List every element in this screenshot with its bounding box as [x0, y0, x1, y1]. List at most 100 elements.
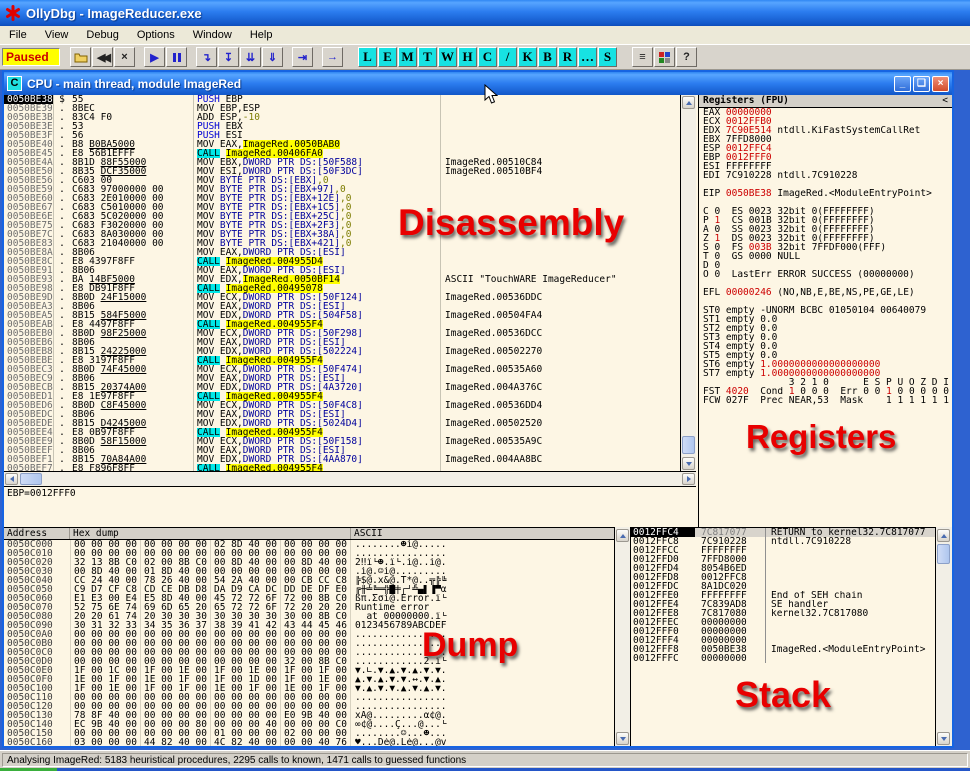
view-button-C[interactable]: C: [478, 47, 497, 67]
disasm-row[interactable]: 0050BEA5.8B15 584F5000MOV EDX,DWORD PTR …: [4, 311, 680, 320]
register-line[interactable]: O 0 LastErr ERROR_SUCCESS (00000000): [699, 270, 952, 279]
register-line[interactable]: EFL 00000246 (NO,NB,E,BE,NS,PE,GE,LE): [699, 288, 952, 297]
execute-till-return-icon[interactable]: ⇥: [292, 47, 313, 67]
view-button-E[interactable]: E: [378, 47, 397, 67]
register-line[interactable]: ST4 empty 0.0: [699, 342, 952, 351]
disasm-row[interactable]: 0050BE83.C683 21040000 00MOV BYTE PTR DS…: [4, 239, 680, 248]
animate-over-icon[interactable]: ⇓: [262, 47, 283, 67]
disasm-row[interactable]: 0050BE59.C683 97000000 00MOV BYTE PTR DS…: [4, 185, 680, 194]
disasm-row[interactable]: 0050BE98.E8 DB91F8FFCALL ImageRed.004950…: [4, 284, 680, 293]
register-line[interactable]: [699, 180, 952, 189]
register-line[interactable]: FCW 027F Prec NEAR,53 Mask 1 1 1 1 1 1: [699, 396, 952, 405]
register-line[interactable]: ST7 empty 1.0000000000000000000: [699, 369, 952, 378]
cpu-titlebar[interactable]: C CPU - main thread, module ImageRed _ ❏…: [4, 72, 952, 95]
disasm-row[interactable]: 0050BE3F.56PUSH ESI: [4, 131, 680, 140]
step-into-icon[interactable]: ↴: [196, 47, 217, 67]
view-button-T[interactable]: T: [418, 47, 437, 67]
disasm-row[interactable]: 0050BE56.C603 00MOV BYTE PTR DS:[EBX],0: [4, 176, 680, 185]
scroll-up-icon[interactable]: [682, 96, 695, 109]
register-line[interactable]: ST5 empty 0.0: [699, 351, 952, 360]
disasm-row[interactable]: 0050BE9D.8B0D 24F15000MOV ECX,DWORD PTR …: [4, 293, 680, 302]
scroll-right-icon[interactable]: [682, 473, 695, 485]
disasm-row[interactable]: 0050BEF7.E8 F896F8FFCALL ImageRed.004955…: [4, 464, 680, 471]
register-line[interactable]: T 0 GS 0000 NULL: [699, 252, 952, 261]
stack-pane[interactable]: 0012FFC47C817077RETURN to kernel32.7C817…: [630, 527, 935, 746]
register-line[interactable]: ST3 empty 0.0: [699, 333, 952, 342]
register-line[interactable]: ST0 empty -UNORM BCBC 01050104 00640079: [699, 306, 952, 315]
disassembly-pane[interactable]: 0050BE38$55PUSH EBP0050BE39.8BECMOV EBP,…: [4, 95, 680, 471]
register-line[interactable]: ESP 0012FFC4: [699, 144, 952, 153]
stack-row[interactable]: 0012FFFC00000000: [631, 654, 935, 663]
log-list-icon[interactable]: ≡: [632, 47, 653, 67]
view-button-H[interactable]: H: [458, 47, 477, 67]
view-button-L[interactable]: L: [358, 47, 377, 67]
disasm-row[interactable]: 0050BE67.C683 C5010000 00MOV BYTE PTR DS…: [4, 203, 680, 212]
register-line[interactable]: P 1 CS 001B 32bit 0(FFFFFFFF): [699, 216, 952, 225]
disasm-row[interactable]: 0050BE3E.53PUSH EBX: [4, 122, 680, 131]
menu-item-debug[interactable]: Debug: [77, 27, 127, 43]
disasm-vscrollbar[interactable]: [680, 95, 696, 471]
register-line[interactable]: ESI FFFFFFFF: [699, 162, 952, 171]
view-button-K[interactable]: K: [518, 47, 537, 67]
stack-vscrollbar[interactable]: [935, 527, 952, 746]
disasm-row[interactable]: 0050BE93.BA 14BF5000MOV EDX,ImageRed.005…: [4, 275, 680, 284]
disasm-row[interactable]: 0050BE50.8B35 DCF35000MOV ESI,DWORD PTR …: [4, 167, 680, 176]
disasm-row[interactable]: 0050BEEF.8B06MOV EAX,DWORD PTR DS:[ESI]: [4, 446, 680, 455]
register-line[interactable]: ECX 0012FFB0: [699, 117, 952, 126]
disasm-row[interactable]: 0050BED6.8B0D C8F45000MOV ECX,DWORD PTR …: [4, 401, 680, 410]
dump-row[interactable]: 0050C16003 00 00 0044 82 40 004C 82 40 0…: [4, 738, 614, 746]
disasm-row[interactable]: 0050BE38$55PUSH EBP: [4, 95, 680, 104]
restore-icon[interactable]: ❏: [913, 76, 930, 92]
disasm-row[interactable]: 0050BEB6.8B06MOV EAX,DWORD PTR DS:[ESI]: [4, 338, 680, 347]
step-over-icon[interactable]: ↧: [218, 47, 239, 67]
view-button-R[interactable]: R: [558, 47, 577, 67]
view-button-W[interactable]: W: [438, 47, 457, 67]
disasm-row[interactable]: 0050BE6E.C683 5C020000 00MOV BYTE PTR DS…: [4, 212, 680, 221]
register-line[interactable]: A 0 SS 0023 32bit 0(FFFFFFFF): [699, 225, 952, 234]
register-line[interactable]: EBP 0012FFF0: [699, 153, 952, 162]
disasm-row[interactable]: 0050BEB8.8B15 24225000MOV EDX,DWORD PTR …: [4, 347, 680, 356]
disasm-hscrollbar[interactable]: [4, 471, 696, 486]
disasm-row[interactable]: 0050BE40.B8 B0BA5000MOV EAX,ImageRed.005…: [4, 140, 680, 149]
disasm-row[interactable]: 0050BECB.8B15 20374A00MOV EDX,DWORD PTR …: [4, 383, 680, 392]
register-line[interactable]: [699, 198, 952, 207]
go-to-icon[interactable]: →: [322, 47, 343, 67]
animate-into-icon[interactable]: ⇊: [240, 47, 261, 67]
dump-pane[interactable]: Address Hex dump ASCII 0050C00000 00 00 …: [4, 527, 614, 746]
view-button-M[interactable]: M: [398, 47, 417, 67]
register-line[interactable]: ST2 empty 0.0: [699, 324, 952, 333]
close-icon[interactable]: ×: [932, 76, 949, 92]
view-button-S[interactable]: S: [598, 47, 617, 67]
disasm-row[interactable]: 0050BEB0.8B0D 98F25000MOV ECX,DWORD PTR …: [4, 329, 680, 338]
disasm-row[interactable]: 0050BED1.E8 1E97F8FFCALL ImageRed.004955…: [4, 392, 680, 401]
menu-item-help[interactable]: Help: [241, 27, 282, 43]
scroll-down-icon[interactable]: [616, 732, 629, 745]
register-line[interactable]: [699, 279, 952, 288]
disasm-row[interactable]: 0050BE91.8B06MOV EAX,DWORD PTR DS:[ESI]: [4, 266, 680, 275]
disasm-row[interactable]: 0050BE3B.83C4 F0ADD ESP,-10: [4, 113, 680, 122]
disasm-row[interactable]: 0050BE8A.8B06MOV EAX,DWORD PTR DS:[ESI]: [4, 248, 680, 257]
view-button-B[interactable]: B: [538, 47, 557, 67]
disasm-row[interactable]: 0050BE4A.8B1D 88F55000MOV EBX,DWORD PTR …: [4, 158, 680, 167]
menu-item-options[interactable]: Options: [128, 27, 184, 43]
register-line[interactable]: EDI 7C910228 ntdll.7C910228: [699, 171, 952, 180]
register-line[interactable]: 3 2 1 0 E S P U O Z D I: [699, 378, 952, 387]
disasm-row[interactable]: 0050BEC3.8B0D 74F45000MOV ECX,DWORD PTR …: [4, 365, 680, 374]
disasm-row[interactable]: 0050BEE4.E8 0B97F8FFCALL ImageRed.004955…: [4, 428, 680, 437]
disasm-row[interactable]: 0050BEBE.E8 3197F8FFCALL ImageRed.004955…: [4, 356, 680, 365]
scroll-up-icon[interactable]: [616, 529, 629, 542]
register-line[interactable]: ST6 empty 1.0000000000000000000: [699, 360, 952, 369]
view-button-slash[interactable]: /: [498, 47, 517, 67]
register-line[interactable]: FST 4020 Cond 1 0 0 0 Err 0 0 1 0 0 0 0 …: [699, 387, 952, 396]
disasm-row[interactable]: 0050BE75.C683 F3020000 00MOV BYTE PTR DS…: [4, 221, 680, 230]
main-titlebar[interactable]: OllyDbg - ImageReducer.exe: [0, 0, 970, 26]
register-line[interactable]: S 0 FS 003B 32bit 7FFDF000(FFF): [699, 243, 952, 252]
appearance-grid-icon[interactable]: [654, 47, 675, 67]
scroll-down-icon[interactable]: [937, 732, 950, 745]
register-line[interactable]: D 0: [699, 261, 952, 270]
dump-vscrollbar[interactable]: [614, 527, 630, 746]
scroll-down-icon[interactable]: [682, 457, 695, 470]
collapse-button[interactable]: <: [942, 96, 948, 107]
scroll-thumb[interactable]: [937, 544, 950, 564]
disasm-row[interactable]: 0050BEE9.8B0D 58F15000MOV ECX,DWORD PTR …: [4, 437, 680, 446]
